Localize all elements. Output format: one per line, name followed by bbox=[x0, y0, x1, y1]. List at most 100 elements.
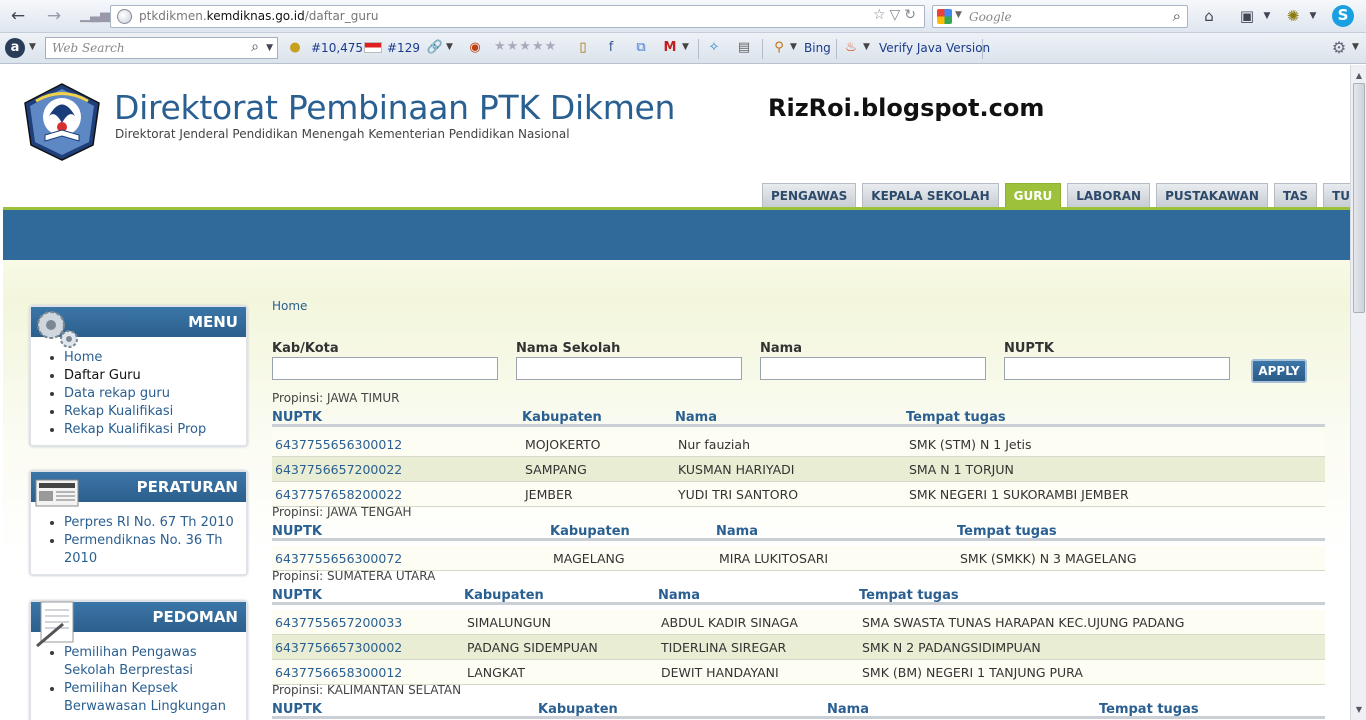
column-header-kabupaten[interactable]: Kabupaten bbox=[538, 702, 618, 717]
table-row[interactable]: 6437756657200022 SAMPANG KUSMAN HARIYADI SM… bbox=[272, 457, 1325, 482]
global-rank[interactable]: #10,475 bbox=[311, 41, 363, 55]
browser-search-box[interactable]: ▼ Google ⌕ bbox=[932, 5, 1188, 28]
chevron-down-icon[interactable]: ▼ bbox=[29, 42, 36, 52]
tab-guru[interactable]: GURU bbox=[1004, 183, 1062, 207]
tab-pustakawan[interactable]: PUSTAKAWAN bbox=[1156, 183, 1268, 207]
column-header-tempat[interactable]: Tempat tugas bbox=[906, 410, 1006, 425]
gear-icon[interactable]: ⚙ bbox=[1330, 39, 1348, 57]
list-item[interactable]: Permendiknas No. 36 Th 2010 bbox=[64, 532, 246, 568]
column-header-nama[interactable]: Nama bbox=[658, 588, 700, 603]
nama-sekolah-input[interactable] bbox=[516, 357, 742, 380]
list-item[interactable]: Perpres RI No. 67 Th 2010 bbox=[64, 514, 246, 532]
share-icon[interactable]: ⧉ bbox=[632, 39, 650, 57]
menu-link[interactable]: Daftar Guru bbox=[64, 368, 141, 383]
pedoman-link-cont[interactable]: Berwawasan Lingkungan bbox=[64, 699, 226, 714]
column-header-nuptk[interactable]: NUPTK bbox=[272, 588, 322, 603]
chevron-down-icon[interactable]: ▼ bbox=[682, 42, 689, 52]
list-item[interactable]: Data rekap guru bbox=[64, 385, 246, 403]
menu-link[interactable]: Data rekap guru bbox=[64, 386, 170, 401]
local-rank[interactable]: #129 bbox=[387, 41, 420, 55]
gmail-icon[interactable]: M bbox=[661, 39, 679, 57]
search-icon[interactable]: ⌕ bbox=[1173, 7, 1181, 25]
bing-link[interactable]: Bing bbox=[804, 41, 831, 55]
home-icon[interactable]: ⌂ bbox=[1198, 6, 1220, 26]
bookmark-star-icon[interactable]: ☆▽↻ bbox=[873, 7, 920, 23]
menu-link[interactable]: Home bbox=[64, 350, 102, 365]
sparkle-icon[interactable]: ✧ bbox=[705, 39, 723, 57]
web-search-input[interactable]: Web Search ⌕ ▼ bbox=[45, 37, 278, 59]
scroll-down-icon[interactable]: ▼ bbox=[1353, 705, 1365, 714]
column-header-tempat[interactable]: Tempat tugas bbox=[859, 588, 959, 603]
alexa-icon[interactable]: ● bbox=[286, 39, 304, 57]
column-header-kabupaten[interactable]: Kabupaten bbox=[522, 410, 602, 425]
column-header-kabupaten[interactable]: Kabupaten bbox=[550, 524, 630, 539]
nuptk-link[interactable]: 6437756658300012 bbox=[275, 665, 402, 680]
list-item[interactable]: Rekap Kualifikasi bbox=[64, 403, 246, 421]
breadcrumb[interactable]: Home bbox=[272, 299, 307, 313]
column-header-nuptk[interactable]: NUPTK bbox=[272, 524, 322, 539]
peraturan-link[interactable]: Perpres RI No. 67 Th 2010 bbox=[64, 515, 234, 530]
table-row[interactable]: 6437756657300002 PADANG SIDEMPUAN TIDERLIN… bbox=[272, 635, 1325, 660]
peraturan-link[interactable]: Permendiknas No. 36 Th bbox=[64, 533, 222, 548]
column-header-nuptk[interactable]: NUPTK bbox=[272, 410, 322, 425]
nuptk-link[interactable]: 6437755656300012 bbox=[275, 437, 402, 452]
tab-kepala-sekolah[interactable]: KEPALA SEKOLAH bbox=[862, 183, 999, 207]
nuptk-input[interactable] bbox=[1004, 357, 1230, 380]
table-row[interactable]: 6437755656300012 MOJOKERTO Nur fauziah SMK … bbox=[272, 432, 1325, 457]
column-header-nama[interactable]: Nama bbox=[827, 702, 869, 717]
magnifier-icon[interactable]: ⌕ bbox=[251, 39, 259, 55]
nuptk-link[interactable]: 6437757658200022 bbox=[275, 487, 402, 502]
link-icon[interactable]: 🔗 bbox=[426, 39, 444, 57]
chevron-down-icon[interactable]: ▼ bbox=[266, 43, 273, 53]
vertical-scrollbar[interactable]: ▲ ▼ bbox=[1350, 65, 1366, 720]
apply-button[interactable]: APPLY bbox=[1251, 359, 1307, 383]
pedoman-link[interactable]: Pemilihan Kepsek bbox=[64, 681, 178, 696]
search-tool-icon[interactable]: ⚲ bbox=[770, 39, 788, 57]
skype-icon[interactable]: S bbox=[1332, 5, 1354, 27]
back-arrow-icon[interactable]: ← bbox=[7, 6, 29, 26]
column-header-nama[interactable]: Nama bbox=[675, 410, 717, 425]
column-header-kabupaten[interactable]: Kabupaten bbox=[464, 588, 544, 603]
list-item[interactable]: Home bbox=[64, 349, 246, 367]
forward-arrow-icon[interactable]: → bbox=[43, 6, 65, 26]
tab-tas[interactable]: TAS bbox=[1273, 183, 1318, 207]
facebook-icon[interactable]: f bbox=[602, 39, 620, 57]
list-item[interactable]: Daftar Guru bbox=[64, 367, 246, 385]
chevron-down-icon[interactable]: ▼ bbox=[955, 10, 962, 20]
tab-pengawas[interactable]: PENGAWAS bbox=[762, 183, 857, 207]
nuptk-link[interactable]: 6437756657300002 bbox=[275, 640, 402, 655]
chevron-down-icon[interactable]: ▼ bbox=[863, 42, 870, 52]
nuptk-link[interactable]: 6437755657200033 bbox=[275, 615, 402, 630]
table-row[interactable]: 6437757658200022 JEMBER YUDI TRI SANTORO SM… bbox=[272, 482, 1325, 507]
notebook-icon[interactable]: ▯ bbox=[574, 39, 592, 57]
ask-logo-icon[interactable]: a bbox=[5, 38, 25, 58]
table-row[interactable]: 6437756658300012 LANGKAT DEWIT HANDAYANI SM… bbox=[272, 660, 1325, 685]
menu-link[interactable]: Rekap Kualifikasi Prop bbox=[64, 422, 206, 437]
rating-stars-icon[interactable]: ★★★★★ bbox=[494, 39, 557, 54]
list-item[interactable]: Pemilihan Kepsek Berwawasan Lingkungan bbox=[64, 680, 246, 716]
column-header-tempat[interactable]: Tempat tugas bbox=[957, 524, 1057, 539]
tab-laboran[interactable]: LABORAN bbox=[1067, 183, 1151, 207]
chevron-down-icon[interactable]: ▼ bbox=[1256, 6, 1278, 26]
nuptk-link[interactable]: 6437756657200022 bbox=[275, 462, 402, 477]
pedoman-link-cont[interactable]: Sekolah Berprestasi bbox=[64, 663, 193, 678]
table-row[interactable]: 6437755656300072 MAGELANG MIRA LUKITOSARI S… bbox=[272, 546, 1325, 571]
chevron-down-icon[interactable]: ▼ bbox=[446, 42, 453, 52]
flame-icon[interactable]: ♨ bbox=[842, 39, 860, 57]
peraturan-link-cont[interactable]: 2010 bbox=[64, 551, 97, 566]
chevron-down-icon[interactable]: ▼ bbox=[1352, 42, 1359, 52]
scroll-up-icon[interactable]: ▲ bbox=[1353, 71, 1365, 80]
site-title[interactable]: Direktorat Pembinaan PTK Dikmen bbox=[114, 88, 675, 127]
address-bar[interactable]: ptkdikmen.kemdiknas.go.id/daftar_guru ☆▽… bbox=[110, 5, 925, 28]
verify-java-link[interactable]: Verify Java Version bbox=[879, 41, 990, 55]
chevron-down-icon[interactable]: ▼ bbox=[1302, 6, 1324, 26]
addon-bar-icon[interactable]: ▣ bbox=[1236, 6, 1258, 26]
nuptk-link[interactable]: 6437755656300072 bbox=[275, 551, 402, 566]
column-header-nama[interactable]: Nama bbox=[716, 524, 758, 539]
table-row[interactable]: 6437755657200033 SIMALUNGUN ABDUL KADIR SI… bbox=[272, 610, 1325, 635]
list-item[interactable]: Pemilihan Pengawas Sekolah Berprestasi bbox=[64, 644, 246, 680]
pedoman-link[interactable]: Pemilihan Pengawas bbox=[64, 645, 197, 660]
puzzle-icon[interactable]: ✺ bbox=[1282, 6, 1304, 26]
column-header-nuptk[interactable]: NUPTK bbox=[272, 702, 322, 717]
kab-kota-input[interactable] bbox=[272, 357, 498, 380]
